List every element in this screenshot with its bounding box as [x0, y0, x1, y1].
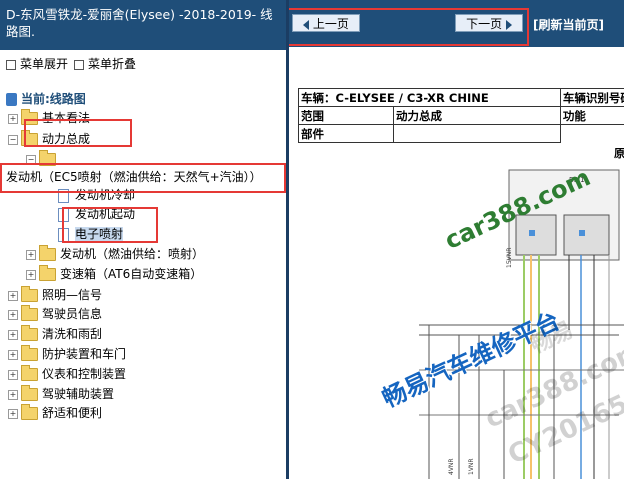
svg-text:15VNR: 15VNR	[506, 248, 513, 268]
expand-toggle-icon[interactable]: +	[8, 389, 18, 400]
connector-block-b	[563, 214, 610, 256]
expand-toggle-icon[interactable]: +	[8, 290, 18, 301]
expand-toggle-icon[interactable]: +	[8, 369, 18, 380]
expand-toggle-icon[interactable]: +	[26, 269, 36, 280]
folder-icon	[21, 286, 38, 302]
folder-icon	[21, 385, 38, 401]
principle-label: 原	[614, 147, 624, 160]
menu-controls: 菜单展开 菜单折叠	[6, 55, 136, 72]
document-title: D-东风雪铁龙-爱丽舍(Elysee) -2018-2019- 线路图.	[0, 0, 286, 50]
part-value-cell	[393, 124, 561, 143]
annotation-box-nav	[289, 8, 529, 46]
vehicle-info-table: 车辆：C-ELYSEE / C3-XR CHINE 车辆识别号码 范围 动力总成…	[298, 88, 624, 143]
collapse-toggle-icon[interactable]: −	[8, 134, 18, 145]
pin-marker-a	[529, 230, 535, 236]
tree-item-comfort[interactable]: + 舒适和便利	[8, 404, 102, 422]
function-label-cell: 功能	[559, 106, 624, 125]
refresh-link[interactable]: [刷新当前页]	[533, 16, 604, 33]
vin-cell: 车辆识别号码	[559, 88, 624, 107]
svg-text:1VNR: 1VNR	[468, 458, 475, 475]
annotation-box-powertrain	[24, 119, 132, 147]
folder-icon	[21, 345, 38, 361]
diagram-viewer: 上一页 下一页 [刷新当前页] 车辆：C-ELYSEE / C3-XR CHIN…	[289, 0, 624, 479]
tree-root[interactable]: 当前:线路图	[6, 90, 86, 108]
tree-item-engine-injection[interactable]: + 发动机（燃油供给：喷射）	[26, 245, 204, 263]
expand-icon	[6, 59, 16, 70]
tree-item-protection-doors[interactable]: + 防护装置和车门	[8, 345, 126, 363]
expand-all-button[interactable]: 菜单展开	[6, 55, 68, 72]
folder-icon	[39, 265, 56, 281]
range-label-cell: 范围	[298, 106, 394, 125]
vehicle-cell: 车辆：C-ELYSEE / C3-XR CHINE	[298, 88, 561, 107]
collapse-icon	[74, 59, 85, 70]
tree-item-lighting[interactable]: + 照明—信号	[8, 286, 102, 304]
navigation-panel: D-东风雪铁龙-爱丽舍(Elysee) -2018-2019- 线路图. 菜单展…	[0, 0, 286, 479]
range-value-cell: 动力总成	[393, 106, 561, 125]
svg-text:4VNR: 4VNR	[448, 458, 455, 475]
tree-item-instruments[interactable]: + 仪表和控制装置	[8, 365, 126, 383]
expand-toggle-icon[interactable]: +	[26, 249, 36, 260]
annotation-box-injection	[62, 207, 158, 243]
diagram-root-icon	[6, 93, 17, 106]
expand-toggle-icon[interactable]: +	[8, 329, 18, 340]
collapse-all-button[interactable]: 菜单折叠	[74, 55, 136, 72]
part-label-cell: 部件	[298, 124, 394, 143]
expand-toggle-icon[interactable]: +	[8, 309, 18, 320]
pin-marker-b	[579, 230, 585, 236]
expand-toggle-icon[interactable]: +	[8, 113, 18, 124]
folder-icon	[21, 365, 38, 381]
folder-icon	[21, 325, 38, 341]
expand-toggle-icon[interactable]: +	[8, 408, 18, 419]
tree-item-driver-info[interactable]: + 驾驶员信息	[8, 305, 102, 323]
folder-icon	[39, 245, 56, 261]
tree-item-driving-assist[interactable]: + 驾驶辅助装置	[8, 385, 114, 403]
folder-icon	[21, 305, 38, 321]
tree-item-gearbox[interactable]: + 变速箱（AT6自动变速箱）	[26, 265, 202, 283]
tree-item-wash-wipe[interactable]: + 清洗和雨刮	[8, 325, 102, 343]
folder-icon	[21, 404, 38, 420]
annotation-box-engine-ec5	[0, 163, 286, 193]
expand-toggle-icon[interactable]: +	[8, 349, 18, 360]
